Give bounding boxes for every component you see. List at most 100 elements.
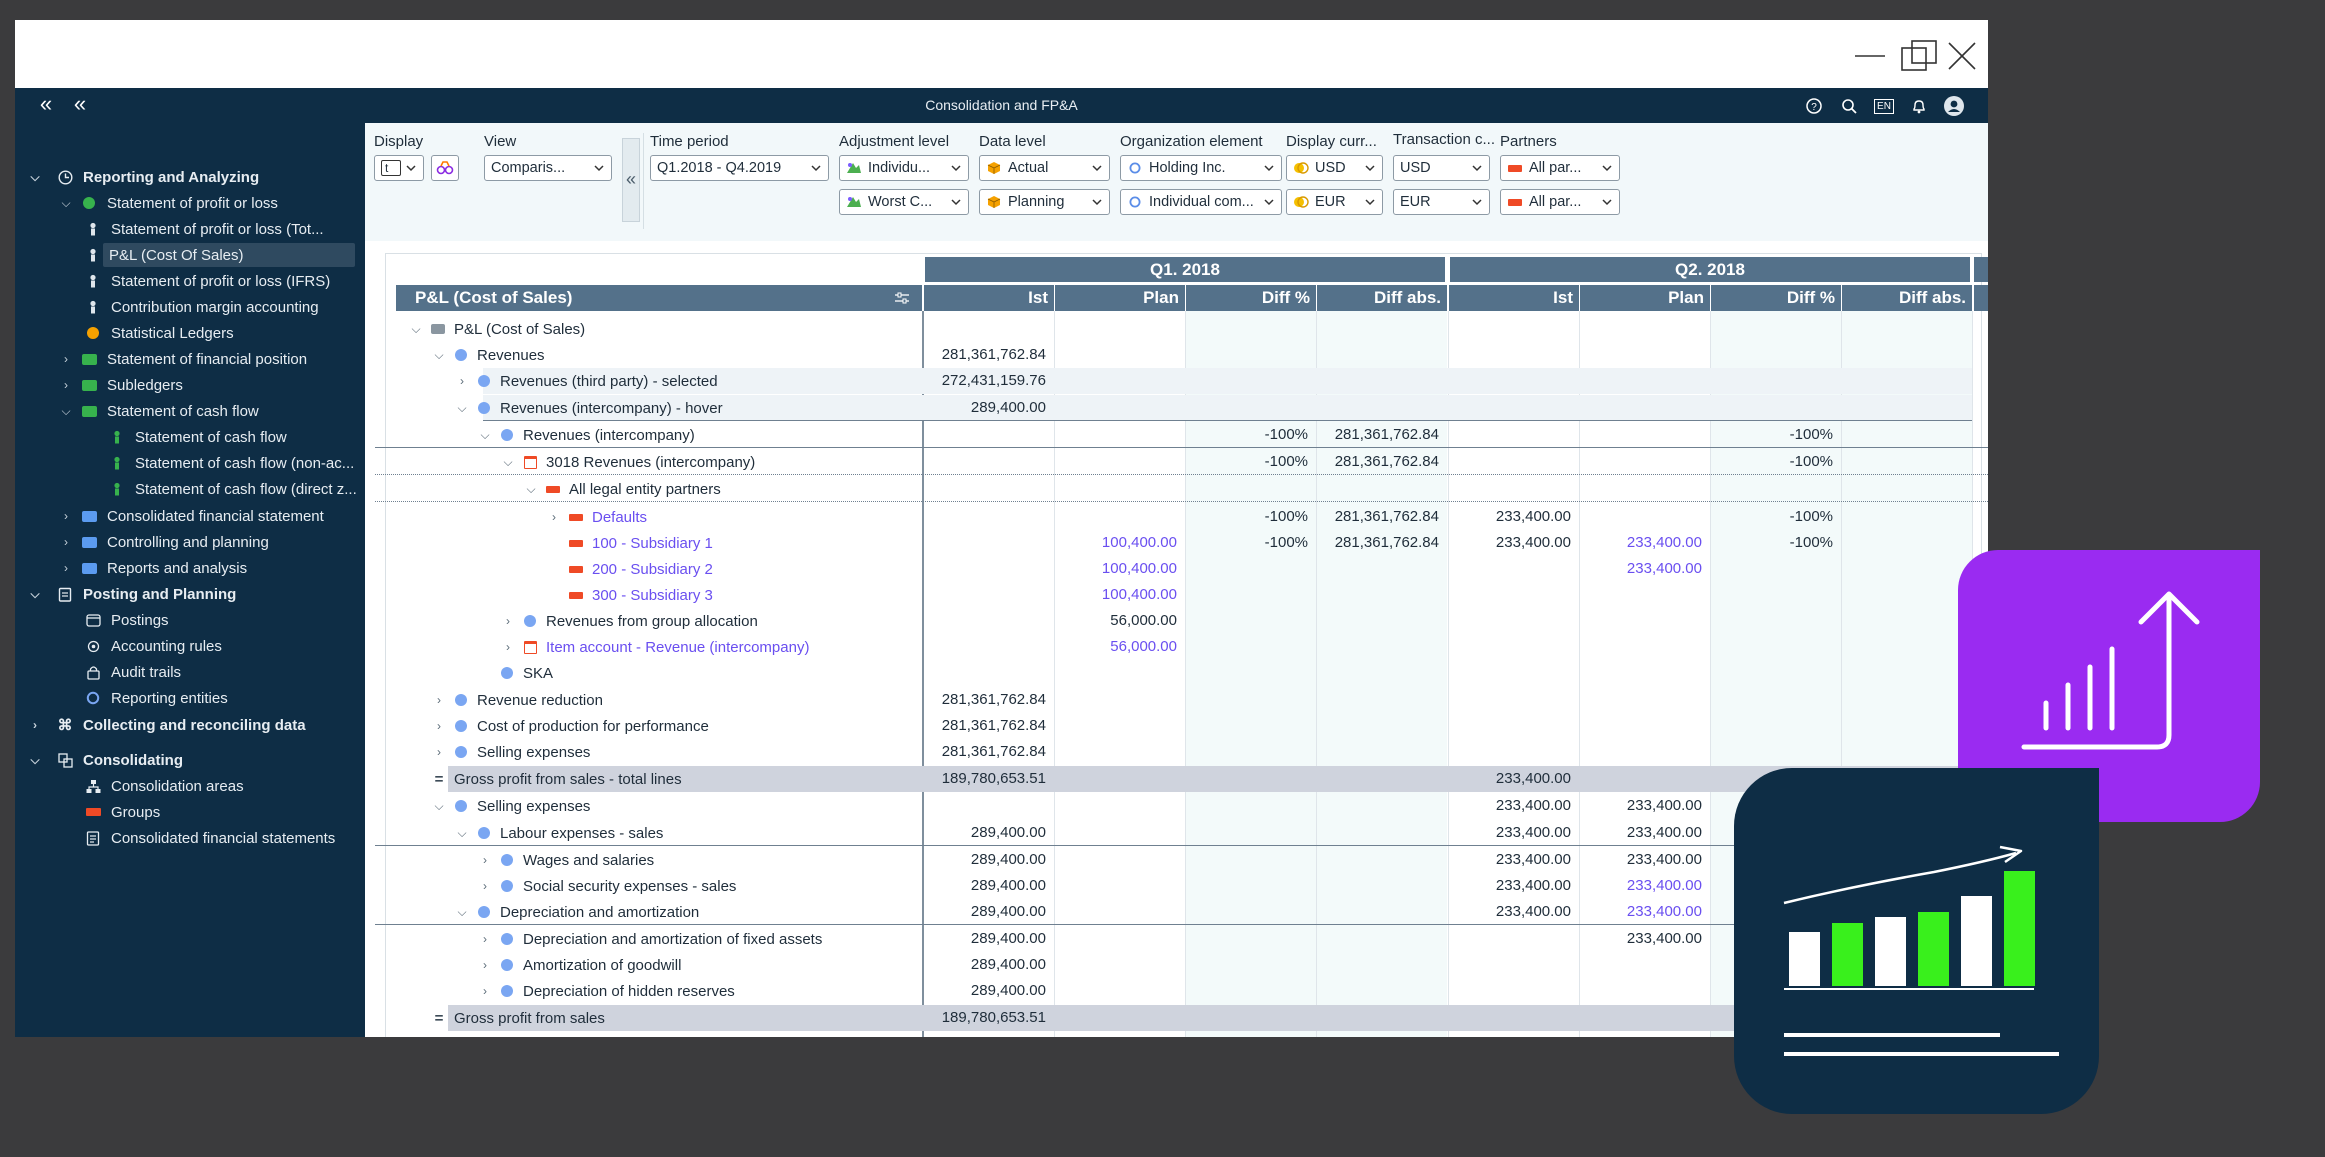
value-cell[interactable]: 289,400.00 xyxy=(923,820,1046,846)
value-cell[interactable] xyxy=(1316,342,1439,368)
column-header[interactable]: Ist xyxy=(924,285,1054,311)
chevron-down-icon[interactable]: ⌵ xyxy=(58,404,74,419)
table-row[interactable]: ⌵ Revenues 281,361,762.84 xyxy=(375,342,1988,368)
chevron-down-icon[interactable]: ⌵ xyxy=(27,170,43,185)
value-cell[interactable]: 281,361,762.84 xyxy=(923,342,1046,368)
chevron-right-icon[interactable]: › xyxy=(547,510,561,524)
chevron-right-icon[interactable]: › xyxy=(432,693,446,707)
table-row[interactable]: ⌵ Revenues (intercompany) - hover 289,400.… xyxy=(457,395,1972,421)
chevron-down-icon[interactable]: ⌵ xyxy=(432,348,446,363)
value-cell[interactable] xyxy=(1448,660,1571,686)
value-cell[interactable]: 289,400.00 xyxy=(923,978,1046,1004)
value-cell[interactable] xyxy=(1316,766,1439,792)
value-cell[interactable]: 100,400.00 xyxy=(1054,556,1177,582)
value-cell[interactable]: 233,400.00 xyxy=(1579,847,1702,873)
value-cell[interactable] xyxy=(923,556,1046,582)
value-cell[interactable]: 233,400.00 xyxy=(1448,766,1571,792)
value-cell[interactable] xyxy=(1579,978,1702,1004)
value-cell[interactable]: 281,361,762.84 xyxy=(1316,449,1439,475)
value-cell[interactable] xyxy=(1316,873,1439,899)
value-cell[interactable] xyxy=(1316,368,1439,394)
chevron-right-icon[interactable]: › xyxy=(478,932,492,946)
value-cell[interactable] xyxy=(1185,926,1308,952)
chevron-down-icon[interactable]: ⌵ xyxy=(455,1036,469,1038)
value-cell[interactable] xyxy=(1316,316,1439,342)
column-header[interactable]: Plan xyxy=(1055,285,1185,311)
value-cell[interactable]: 281,361,762.84 xyxy=(923,687,1046,713)
value-cell[interactable] xyxy=(1185,952,1308,978)
value-cell[interactable] xyxy=(1316,608,1439,634)
value-cell[interactable] xyxy=(1054,449,1177,475)
value-cell[interactable] xyxy=(1710,660,1833,686)
sidebar-item-statistical-ledgers[interactable]: Statistical Ledgers xyxy=(15,321,234,345)
value-cell[interactable]: 289,400.00 xyxy=(923,899,1046,925)
row-label-text[interactable]: Defaults xyxy=(592,509,647,526)
value-cell[interactable] xyxy=(1185,368,1308,394)
value-cell[interactable] xyxy=(1448,1030,1571,1037)
value-cell[interactable] xyxy=(1579,1030,1702,1037)
value-cell[interactable] xyxy=(923,504,1046,530)
value-cell[interactable]: 281,361,762.84 xyxy=(923,713,1046,739)
value-cell[interactable]: 233,400.00 xyxy=(1579,873,1702,899)
value-cell[interactable] xyxy=(1054,476,1177,502)
transaction-currency-select-2[interactable]: EUR xyxy=(1393,189,1490,215)
table-row[interactable]: › Item account - Revenue (intercompany) 56… xyxy=(375,634,1988,660)
value-cell[interactable] xyxy=(1316,820,1439,846)
value-cell[interactable] xyxy=(1448,342,1571,368)
chevron-down-icon[interactable]: ⌵ xyxy=(58,196,74,211)
display-currency-select-1[interactable]: USD xyxy=(1286,155,1383,181)
value-cell[interactable] xyxy=(1054,660,1177,686)
sidebar-item-statement-of-profit-or-loss-tot[interactable]: Statement of profit or loss (Tot... xyxy=(15,217,324,241)
value-cell[interactable] xyxy=(1054,978,1177,1004)
partners-select-2[interactable]: All par... xyxy=(1500,189,1620,215)
value-cell[interactable] xyxy=(1841,660,1964,686)
value-cell[interactable] xyxy=(1448,582,1571,608)
value-cell[interactable] xyxy=(1316,926,1439,952)
value-cell[interactable] xyxy=(1185,713,1308,739)
value-cell[interactable] xyxy=(1841,530,1964,556)
value-cell[interactable]: 233,400.00 xyxy=(1579,820,1702,846)
value-cell[interactable]: 289,400.00 xyxy=(923,952,1046,978)
value-cell[interactable] xyxy=(1841,449,1964,475)
value-cell[interactable] xyxy=(1054,952,1177,978)
column-header[interactable]: Diff abs. xyxy=(1317,285,1447,311)
chevron-right-icon[interactable]: › xyxy=(432,719,446,733)
value-cell[interactable] xyxy=(1316,1030,1439,1037)
value-cell[interactable] xyxy=(1185,687,1308,713)
row-label-text[interactable]: Item account - Revenue (intercompany) xyxy=(546,639,809,656)
value-cell[interactable] xyxy=(1054,873,1177,899)
value-cell[interactable] xyxy=(1185,978,1308,1004)
value-cell[interactable] xyxy=(1448,608,1571,634)
value-cell[interactable] xyxy=(1448,634,1571,660)
value-cell[interactable] xyxy=(1841,368,1964,394)
value-cell[interactable] xyxy=(1841,713,1964,739)
value-cell[interactable]: 233,400.00 xyxy=(1579,793,1702,819)
sidebar-item-consolidation-areas[interactable]: Consolidation areas xyxy=(15,774,244,798)
value-cell[interactable]: 289,400.00 xyxy=(923,847,1046,873)
value-cell[interactable] xyxy=(1316,847,1439,873)
value-cell[interactable] xyxy=(1710,713,1833,739)
sidebar-item-reports-and-analysis[interactable]: › Reports and analysis xyxy=(15,556,247,580)
data-level-select-2[interactable]: Planning xyxy=(979,189,1110,215)
chevron-right-icon[interactable]: › xyxy=(58,535,74,549)
value-cell[interactable] xyxy=(1710,395,1833,421)
value-cell[interactable]: 289,400.00 xyxy=(923,926,1046,952)
value-cell[interactable] xyxy=(923,316,1046,342)
value-cell[interactable]: 289,400.00 xyxy=(923,873,1046,899)
organization-element-select-2[interactable]: Individual com... xyxy=(1120,189,1282,215)
table-row[interactable]: › Defaults -100% 281,361,762.84 233,400.00 -1… xyxy=(375,504,1988,530)
value-cell[interactable] xyxy=(923,449,1046,475)
value-cell[interactable] xyxy=(1579,952,1702,978)
value-cell[interactable] xyxy=(1448,952,1571,978)
value-cell[interactable]: 233,400.00 xyxy=(1448,847,1571,873)
table-row[interactable]: ⌵ P&L (Cost of Sales) xyxy=(375,316,1988,342)
adjustment-level-select-2[interactable]: Worst C... xyxy=(839,189,969,215)
value-cell[interactable] xyxy=(1579,476,1702,502)
value-cell[interactable] xyxy=(1710,316,1833,342)
chevron-right-icon[interactable]: › xyxy=(478,984,492,998)
value-cell[interactable] xyxy=(1710,476,1833,502)
sidebar-item-consolidated-financial-statements[interactable]: Consolidated financial statements xyxy=(15,826,335,850)
sidebar-item-statement-of-profit-or-loss[interactable]: ⌵ Statement of profit or loss xyxy=(15,191,277,215)
value-cell[interactable] xyxy=(1448,1005,1571,1031)
value-cell[interactable] xyxy=(1448,316,1571,342)
